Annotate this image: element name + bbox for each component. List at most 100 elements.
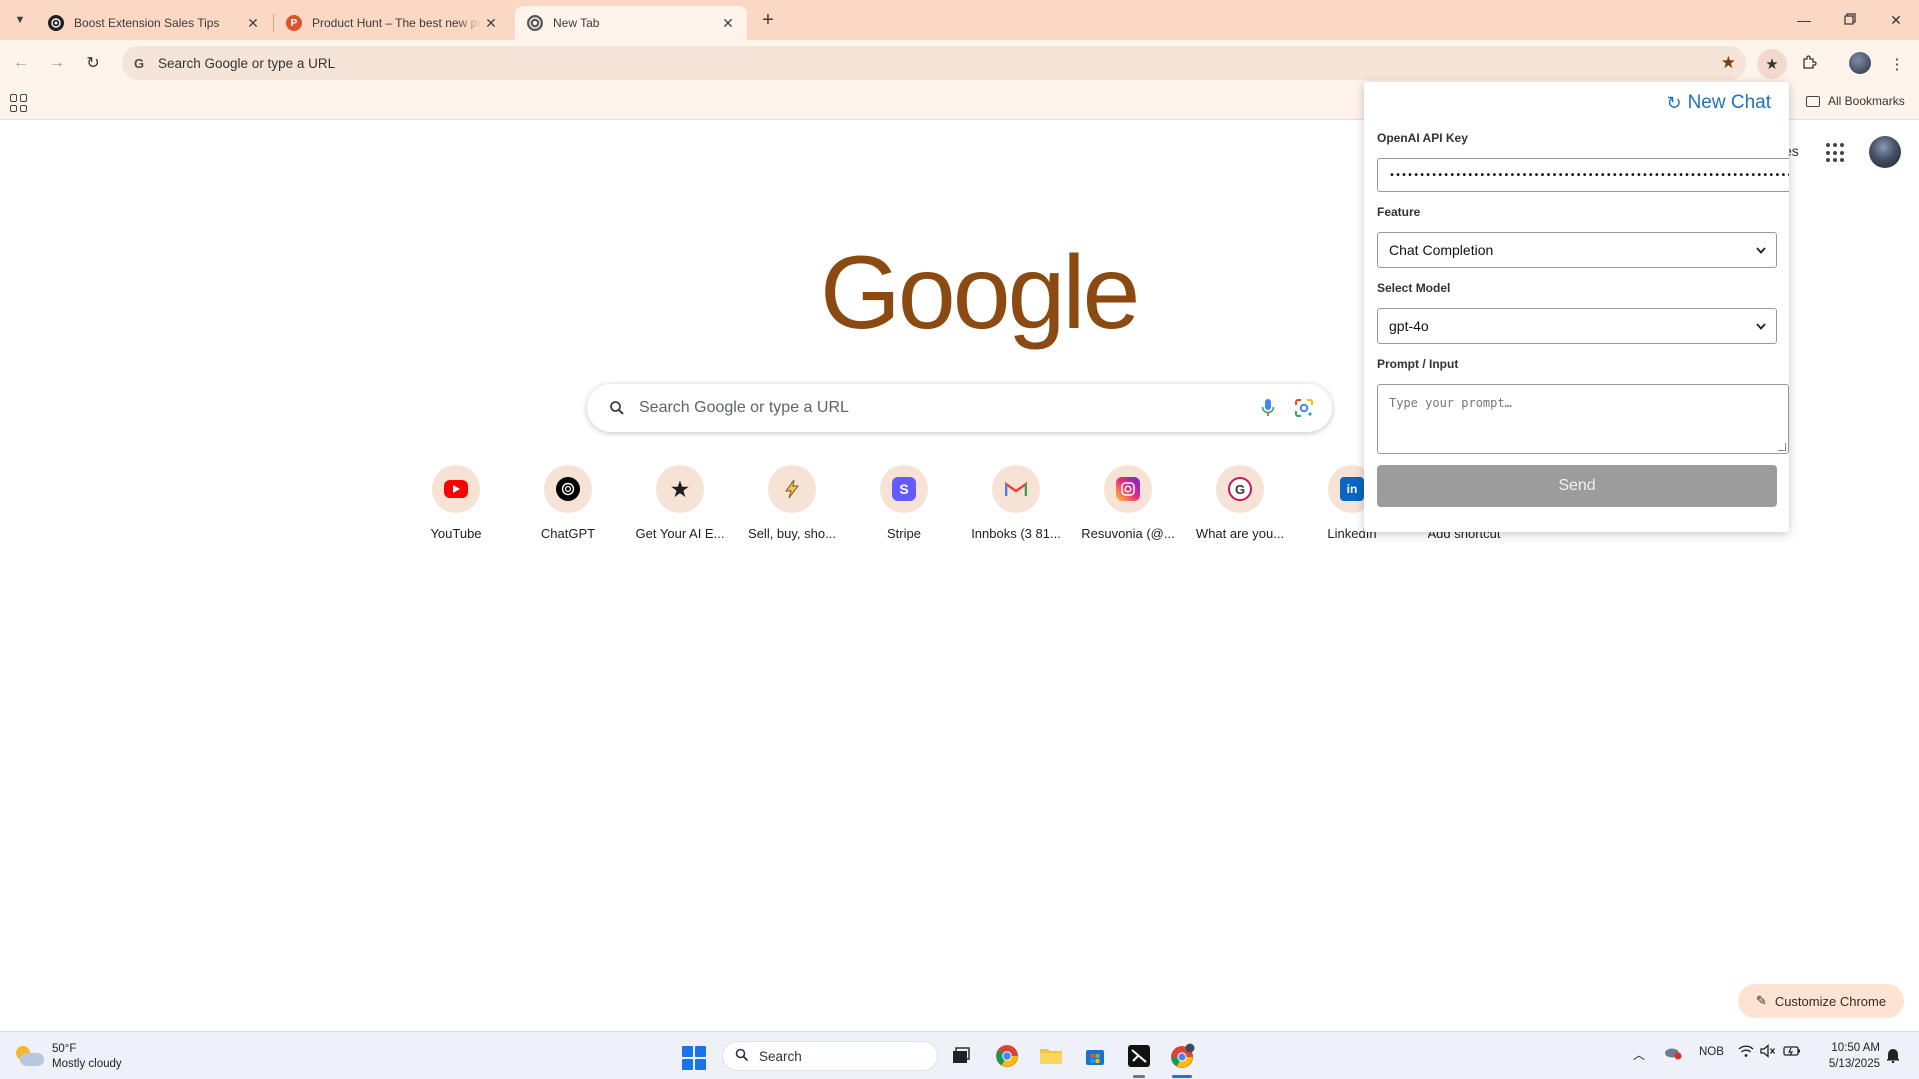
refresh-icon: ↻ xyxy=(1666,92,1682,113)
tab-title: Boost Extension Sales Tips xyxy=(74,16,220,30)
shortcut-stripe[interactable]: S Stripe xyxy=(848,464,960,554)
weather-widget[interactable]: 50°F Mostly cloudy xyxy=(14,1042,122,1072)
account-avatar[interactable] xyxy=(1869,136,1901,168)
api-key-input[interactable]: ••••••••••••••••••••••••••••••••••••••••… xyxy=(1377,158,1789,192)
shortcut-tile xyxy=(992,465,1040,513)
extensions-button[interactable] xyxy=(1794,49,1824,79)
model-selected-value: gpt-4o xyxy=(1389,318,1429,334)
shortcut-label: Innboks (3 81... xyxy=(971,526,1061,541)
windows-taskbar: 50°F Mostly cloudy Search ︿ NOB 10:50 AM… xyxy=(0,1031,1919,1079)
new-chat-label: New Chat xyxy=(1687,92,1771,113)
shortcut-tile xyxy=(768,465,816,513)
close-icon: ✕ xyxy=(1890,11,1902,28)
tab-search-button[interactable]: ▼ xyxy=(8,8,32,32)
extension-pinned-button[interactable]: ★ xyxy=(1757,49,1787,79)
app-taskbar-icon[interactable] xyxy=(1124,1041,1154,1071)
feature-select[interactable]: Chat Completion xyxy=(1377,232,1777,268)
shortcut-gmail[interactable]: Innboks (3 81... xyxy=(960,464,1072,554)
shortcut-chatgpt[interactable]: ChatGPT xyxy=(512,464,624,554)
store-icon[interactable] xyxy=(1080,1041,1110,1071)
prompt-placeholder: Type your prompt… xyxy=(1389,396,1512,410)
chrome-icon xyxy=(527,15,543,31)
start-button[interactable] xyxy=(682,1046,706,1070)
battery-icon[interactable] xyxy=(1783,1044,1801,1061)
instagram-icon xyxy=(1116,477,1140,501)
shortcut-tile xyxy=(432,465,480,513)
send-button[interactable]: Send xyxy=(1377,465,1777,507)
onedrive-icon[interactable] xyxy=(1663,1044,1683,1063)
puzzle-icon xyxy=(1801,54,1817,74)
chevron-up-icon[interactable]: ︿ xyxy=(1633,1046,1645,1063)
ntp-search-box[interactable]: Search Google or type a URL xyxy=(587,384,1332,432)
tab-boost-extension[interactable]: Boost Extension Sales Tips ✕ xyxy=(36,6,272,40)
bookmark-star-icon[interactable]: ★ xyxy=(1721,53,1736,73)
chrome-taskbar-icon[interactable] xyxy=(992,1041,1022,1071)
volume-muted-icon[interactable] xyxy=(1760,1044,1776,1061)
tab-product-hunt[interactable]: P Product Hunt – The best new products i… xyxy=(274,6,510,40)
shortcut-grammarly[interactable]: G What are you... xyxy=(1184,464,1296,554)
arrow-left-icon: ← xyxy=(13,54,29,71)
feature-selected-value: Chat Completion xyxy=(1389,242,1494,258)
notification-bell-icon[interactable] xyxy=(1885,1047,1901,1064)
shortcut-sell-buy[interactable]: Sell, buy, sho... xyxy=(736,464,848,554)
chrome-profile-taskbar-icon[interactable] xyxy=(1168,1041,1198,1071)
more-vertical-icon: ⋮ xyxy=(1889,56,1905,73)
shortcut-label: Stripe xyxy=(887,526,921,541)
shortcut-get-your-ai[interactable]: ★ Get Your AI E... xyxy=(624,464,736,554)
minimize-button[interactable]: — xyxy=(1784,4,1824,36)
all-bookmarks-button[interactable]: All Bookmarks xyxy=(1806,94,1905,108)
shortcut-youtube[interactable]: YouTube xyxy=(400,464,512,554)
linkedin-icon: in xyxy=(1340,477,1364,501)
chatgpt-icon xyxy=(556,477,580,501)
shortcut-instagram[interactable]: Resuvonia (@... xyxy=(1072,464,1184,554)
shortcut-label: Sell, buy, sho... xyxy=(748,526,836,541)
profile-avatar[interactable] xyxy=(1849,52,1871,74)
google-lens-icon[interactable] xyxy=(1292,396,1316,420)
tab-title: Product Hunt – The best new products in … xyxy=(312,16,482,30)
shortcut-tile xyxy=(544,465,592,513)
star-icon: ★ xyxy=(1765,56,1779,73)
restore-button[interactable] xyxy=(1830,4,1870,36)
active-indicator xyxy=(1172,1075,1192,1078)
reload-button[interactable]: ↻ xyxy=(80,50,106,76)
tab-title: New Tab xyxy=(553,16,600,30)
customize-chrome-label: Customize Chrome xyxy=(1774,993,1887,1009)
shortcut-label: YouTube xyxy=(430,526,482,541)
close-icon[interactable]: ✕ xyxy=(482,14,500,32)
new-chat-button[interactable]: ↻ New Chat xyxy=(1666,92,1771,114)
chevron-down-icon: ▼ xyxy=(14,14,26,26)
file-explorer-icon[interactable] xyxy=(1036,1041,1066,1071)
ntp-search-placeholder: Search Google or type a URL xyxy=(639,399,849,416)
system-clock[interactable]: 10:50 AM 5/13/2025 xyxy=(1808,1040,1880,1072)
close-icon[interactable]: ✕ xyxy=(244,14,262,32)
tab-new-tab[interactable]: New Tab ✕ xyxy=(515,6,747,40)
apps-grid-icon[interactable] xyxy=(10,94,28,112)
taskbar-search[interactable]: Search xyxy=(722,1041,938,1071)
task-view-icon[interactable] xyxy=(946,1041,976,1071)
shortcut-tile: G xyxy=(1216,465,1264,513)
google-apps-icon[interactable] xyxy=(1826,143,1846,163)
customize-chrome-button[interactable]: ✎ Customize Chrome xyxy=(1738,984,1904,1018)
chrome-menu-button[interactable]: ⋮ xyxy=(1882,49,1912,79)
new-tab-button[interactable]: + xyxy=(756,8,780,32)
model-select[interactable]: gpt-4o xyxy=(1377,308,1777,344)
address-bar[interactable]: G Search Google or type a URL ★ xyxy=(122,46,1746,80)
wifi-icon[interactable] xyxy=(1738,1044,1754,1061)
shortcut-tile xyxy=(1104,465,1152,513)
microphone-icon[interactable] xyxy=(1256,396,1280,420)
feature-label: Feature xyxy=(1377,205,1421,219)
prompt-textarea[interactable]: Type your prompt… xyxy=(1377,384,1789,454)
shortcut-label: Get Your AI E... xyxy=(635,526,725,541)
close-icon[interactable]: ✕ xyxy=(719,14,737,32)
chatgpt-favicon-icon xyxy=(48,15,64,31)
close-window-button[interactable]: ✕ xyxy=(1876,4,1916,36)
google-g-icon: G xyxy=(133,55,145,71)
grammarly-icon: G xyxy=(1228,477,1252,501)
search-icon xyxy=(607,398,627,418)
language-indicator[interactable]: NOB xyxy=(1699,1046,1724,1058)
back-button[interactable]: ← xyxy=(8,50,34,76)
forward-button[interactable]: → xyxy=(44,50,70,76)
shortcut-tile: ★ xyxy=(656,465,704,513)
resize-handle[interactable] xyxy=(1778,443,1786,451)
youtube-icon xyxy=(444,480,468,498)
